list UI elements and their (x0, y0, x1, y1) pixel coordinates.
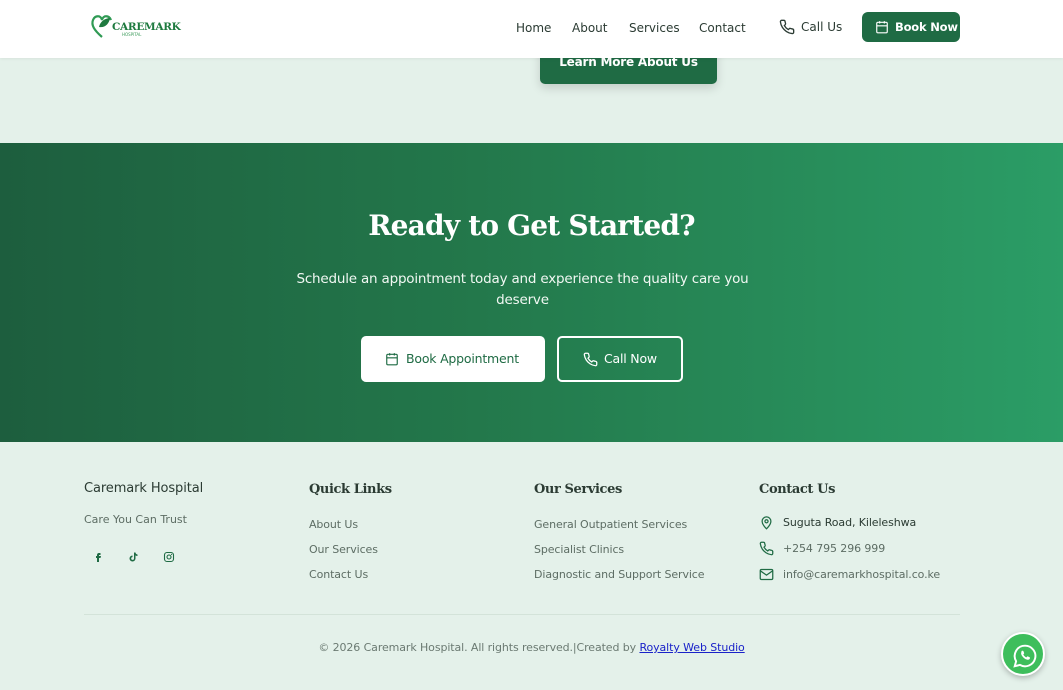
nav-services[interactable]: Services (629, 20, 680, 36)
footer-divider (84, 614, 960, 615)
calendar-icon (876, 21, 888, 34)
credit-link[interactable]: Royalty Web Studio (639, 641, 744, 654)
our-services-heading: Our Services (534, 482, 622, 497)
calendar-icon (386, 353, 398, 366)
instagram-icon (163, 551, 175, 563)
nav-about[interactable]: About (572, 20, 607, 36)
nav-contact[interactable]: Contact (699, 20, 746, 36)
book-appointment-button[interactable]: Book Appointment (361, 336, 545, 382)
contact-us-heading: Contact Us (759, 482, 835, 497)
quick-links-heading: Quick Links (309, 482, 392, 497)
footer-link-services[interactable]: Our Services (309, 543, 378, 556)
phone-icon (779, 19, 795, 35)
contact-address-text: Suguta Road, Kileleshwa (783, 516, 917, 529)
site-header: CAREMARK HOSPITAL Home About Services Co… (0, 0, 1063, 58)
book-appointment-label: Book Appointment (406, 351, 519, 366)
caremark-logo[interactable]: CAREMARK HOSPITAL (90, 12, 181, 40)
logo-subtext: HOSPITAL (122, 32, 142, 37)
footer-brand-name: Caremark Hospital (84, 481, 204, 496)
book-now-label: Book Now (895, 20, 958, 34)
call-us-label: Call Us (801, 20, 843, 34)
tiktok-icon (129, 552, 138, 562)
copyright-line: © 2026 Caremark Hospital. All rights res… (0, 641, 1063, 654)
call-now-button[interactable]: Call Now (557, 336, 683, 382)
whatsapp-chat-button[interactable] (1001, 632, 1045, 676)
tiktok-link[interactable] (119, 543, 147, 571)
book-now-button[interactable]: Book Now (862, 12, 960, 42)
footer-service-specialist[interactable]: Specialist Clinics (534, 543, 624, 556)
footer-service-diagnostic[interactable]: Diagnostic and Support Service (534, 568, 705, 581)
instagram-link[interactable] (155, 543, 183, 571)
cta-subtitle: Schedule an appointment today and experi… (296, 271, 749, 308)
contact-phone-text: +254 795 296 999 (783, 542, 886, 555)
footer-service-outpatient[interactable]: General Outpatient Services (534, 518, 687, 531)
phone-icon (583, 352, 598, 367)
cta-section: Ready to Get Started? Schedule an appoin… (0, 143, 1063, 442)
facebook-icon (96, 553, 101, 562)
mail-icon (759, 568, 774, 581)
phone-icon (759, 541, 774, 556)
contact-email-text: info@caremarkhospital.co.ke (783, 568, 941, 581)
footer-link-about[interactable]: About Us (309, 518, 358, 531)
nav-home[interactable]: Home (516, 20, 551, 36)
site-footer: Caremark Hospital Care You Can Trust Qui… (0, 442, 1063, 690)
whatsapp-icon (1013, 644, 1037, 668)
copyright-text: © 2026 Caremark Hospital. All rights res… (318, 641, 640, 654)
footer-tagline: Care You Can Trust (84, 513, 187, 526)
map-pin-icon (761, 516, 772, 530)
cta-title: Ready to Get Started? (368, 209, 695, 242)
footer-link-contact[interactable]: Contact Us (309, 568, 368, 581)
facebook-link[interactable] (84, 543, 112, 571)
call-now-label: Call Now (604, 351, 657, 366)
logo-wordmark: CAREMARK (112, 21, 181, 33)
